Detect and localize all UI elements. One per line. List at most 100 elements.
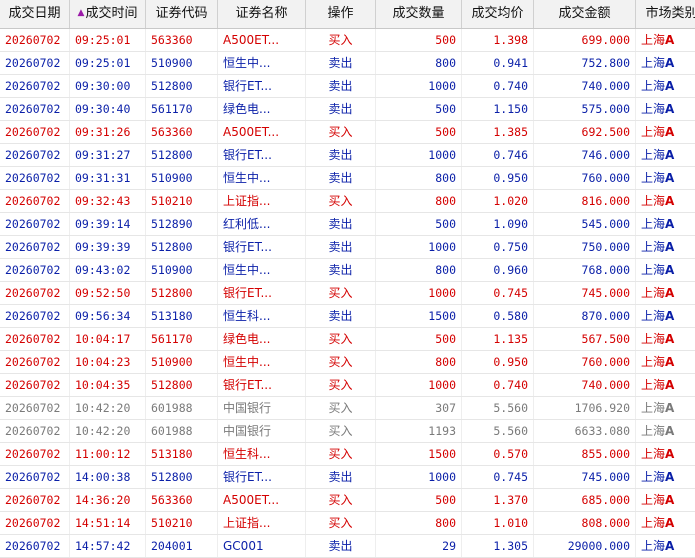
table-row[interactable]: 20260702 14:00:38 512800 银行ET... 卖出 1000 0.745…	[0, 466, 695, 489]
cell-operation: 买入	[306, 374, 376, 396]
market-name: 上海	[641, 217, 666, 231]
table-row[interactable]: 20260702 09:31:27 512800 银行ET... 卖出 1000 0.746…	[0, 144, 695, 167]
table-row[interactable]: 20260702 10:04:23 510900 恒生中... 买入 800 0.950 76…	[0, 351, 695, 374]
cell-security-code: 601988	[146, 397, 218, 419]
cell-operation: 买入	[306, 489, 376, 511]
header-trade-amount[interactable]: 成交金额	[534, 0, 636, 28]
market-name: 上海	[641, 263, 666, 277]
table-row[interactable]: 20260702 09:39:39 512800 银行ET... 卖出 1000 0.750…	[0, 236, 695, 259]
header-trade-date[interactable]: 成交日期	[0, 0, 70, 28]
cell-operation: 卖出	[306, 236, 376, 258]
cell-average-price: 0.740	[462, 374, 534, 396]
cell-trade-time: 14:51:14	[70, 512, 146, 534]
cell-security-code: 512800	[146, 282, 218, 304]
cell-security-code: 563360	[146, 489, 218, 511]
cell-trade-amount: 740.000	[534, 75, 636, 97]
table-row[interactable]: 20260702 14:57:42 204001 GC001 卖出 29 1.305 2900…	[0, 535, 695, 558]
cell-trade-quantity: 1000	[376, 236, 462, 258]
table-row[interactable]: 20260702 09:31:31 510900 恒生中... 卖出 800 0.950 76…	[0, 167, 695, 190]
cell-average-price: 0.950	[462, 167, 534, 189]
table-row[interactable]: 20260702 11:00:12 513180 恒生科... 买入 1500 0.570 8…	[0, 443, 695, 466]
table-row[interactable]: 20260702 09:39:14 512890 红利低... 卖出 500 1.090 54…	[0, 213, 695, 236]
market-a-share-label: A	[665, 516, 675, 530]
table-row[interactable]: 20260702 10:04:35 512800 银行ET... 买入 1000 0.740…	[0, 374, 695, 397]
cell-trade-quantity: 800	[376, 351, 462, 373]
cell-trade-time: 10:04:23	[70, 351, 146, 373]
table-header: 成交日期 ▲成交时间 证券代码 证券名称 操作 成交数量 成交均价 成交金额 市…	[0, 0, 695, 29]
table-row[interactable]: 20260702 14:51:14 510210 上证指... 买入 800 1.010 80…	[0, 512, 695, 535]
cell-average-price: 0.746	[462, 144, 534, 166]
cell-trade-amount: 870.000	[534, 305, 636, 327]
cell-security-name: 中国银行	[218, 397, 306, 419]
cell-market-type: 上海A	[636, 397, 695, 419]
cell-market-type: 上海A	[636, 443, 695, 465]
cell-operation: 买入	[306, 443, 376, 465]
cell-trade-date: 20260702	[0, 236, 70, 258]
cell-average-price: 0.960	[462, 259, 534, 281]
cell-security-code: 563360	[146, 121, 218, 143]
cell-security-name: 恒生中...	[218, 351, 306, 373]
table-row[interactable]: 20260702 09:31:26 563360 A500ET... 买入 500 1.38…	[0, 121, 695, 144]
cell-market-type: 上海A	[636, 466, 695, 488]
cell-average-price: 0.745	[462, 282, 534, 304]
cell-trade-time: 10:42:20	[70, 397, 146, 419]
cell-trade-date: 20260702	[0, 167, 70, 189]
cell-trade-time: 10:04:35	[70, 374, 146, 396]
market-name: 上海	[641, 355, 666, 369]
cell-operation: 卖出	[306, 52, 376, 74]
header-average-price[interactable]: 成交均价	[462, 0, 534, 28]
cell-trade-amount: 692.500	[534, 121, 636, 143]
table-row[interactable]: 20260702 09:25:01 510900 恒生中... 卖出 800 0.941 75…	[0, 52, 695, 75]
market-name: 上海	[641, 539, 666, 553]
header-security-code[interactable]: 证券代码	[146, 0, 218, 28]
cell-security-code: 561170	[146, 98, 218, 120]
cell-trade-time: 11:00:12	[70, 443, 146, 465]
market-name: 上海	[641, 286, 666, 300]
header-market-type[interactable]: 市场类别	[636, 0, 695, 28]
table-row[interactable]: 20260702 09:25:01 563360 A500ET... 买入 500 1.39…	[0, 29, 695, 52]
cell-operation: 卖出	[306, 167, 376, 189]
table-row[interactable]: 20260702 10:42:20 601988 中国银行 买入 307 5.560 1706…	[0, 397, 695, 420]
cell-security-code: 510900	[146, 351, 218, 373]
table-row[interactable]: 20260702 09:30:00 512800 银行ET... 卖出 1000 0.740…	[0, 75, 695, 98]
market-name: 上海	[641, 447, 666, 461]
header-trade-time[interactable]: ▲成交时间	[70, 0, 146, 28]
market-a-share-label: A	[665, 332, 675, 346]
market-a-share-label: A	[665, 286, 675, 300]
cell-average-price: 0.570	[462, 443, 534, 465]
cell-security-code: 601988	[146, 420, 218, 442]
table-row[interactable]: 20260702 10:04:17 561170 绿色电... 买入 500 1.135 56…	[0, 328, 695, 351]
cell-trade-amount: 740.000	[534, 374, 636, 396]
table-row[interactable]: 20260702 09:32:43 510210 上证指... 买入 800 1.020 81…	[0, 190, 695, 213]
cell-average-price: 0.750	[462, 236, 534, 258]
table-row[interactable]: 20260702 09:43:02 510900 恒生中... 卖出 800 0.960 76…	[0, 259, 695, 282]
cell-trade-amount: 760.000	[534, 167, 636, 189]
cell-market-type: 上海A	[636, 236, 695, 258]
cell-trade-date: 20260702	[0, 535, 70, 557]
market-a-share-label: A	[665, 424, 675, 438]
cell-trade-quantity: 1000	[376, 144, 462, 166]
cell-trade-amount: 808.000	[534, 512, 636, 534]
table-row[interactable]: 20260702 09:56:34 513180 恒生科... 卖出 1500 0.580 8…	[0, 305, 695, 328]
cell-security-name: 中国银行	[218, 420, 306, 442]
table-row[interactable]: 20260702 09:30:40 561170 绿色电... 卖出 500 1.150 57…	[0, 98, 695, 121]
table-row[interactable]: 20260702 09:52:50 512800 银行ET... 买入 1000 0.745…	[0, 282, 695, 305]
cell-security-code: 513180	[146, 305, 218, 327]
cell-trade-date: 20260702	[0, 328, 70, 350]
header-operation[interactable]: 操作	[306, 0, 376, 28]
cell-operation: 卖出	[306, 75, 376, 97]
cell-security-code: 510210	[146, 512, 218, 534]
table-row[interactable]: 20260702 10:42:20 601988 中国银行 买入 1193 5.560 663…	[0, 420, 695, 443]
cell-operation: 买入	[306, 328, 376, 350]
header-security-name[interactable]: 证券名称	[218, 0, 306, 28]
cell-market-type: 上海A	[636, 328, 695, 350]
cell-security-code: 512800	[146, 236, 218, 258]
cell-trade-date: 20260702	[0, 305, 70, 327]
header-trade-quantity[interactable]: 成交数量	[376, 0, 462, 28]
market-name: 上海	[641, 102, 666, 116]
cell-security-name: 恒生科...	[218, 443, 306, 465]
cell-operation: 卖出	[306, 144, 376, 166]
cell-security-name: 恒生科...	[218, 305, 306, 327]
table-row[interactable]: 20260702 14:36:20 563360 A500ET... 买入 500 1.37…	[0, 489, 695, 512]
cell-trade-amount: 816.000	[534, 190, 636, 212]
